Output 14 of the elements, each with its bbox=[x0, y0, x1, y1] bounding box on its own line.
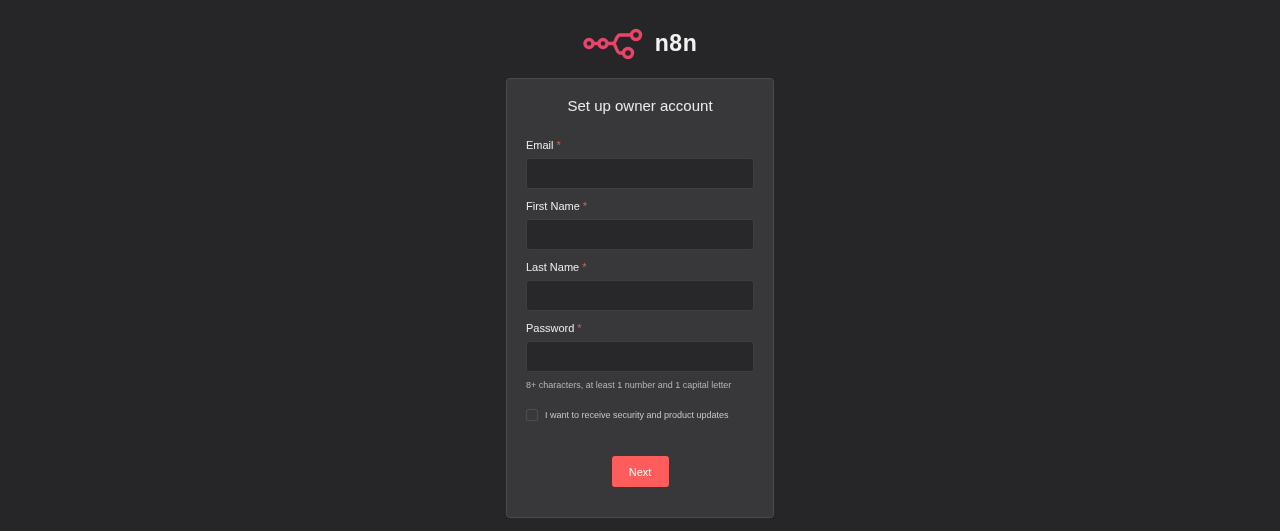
required-mark: * bbox=[582, 260, 587, 273]
required-mark: * bbox=[556, 138, 561, 151]
logo-icon bbox=[582, 26, 645, 60]
field-label: Last Name bbox=[526, 260, 580, 273]
field-label: First Name bbox=[526, 199, 580, 212]
required-mark: * bbox=[582, 199, 588, 212]
form-title: Set up owner account bbox=[566, 97, 714, 114]
checkbox-label: I want to receive security and product updates bbox=[545, 410, 729, 420]
field-label: Password bbox=[526, 321, 575, 334]
next-button[interactable]: Next bbox=[611, 456, 669, 487]
field-label: Email bbox=[526, 138, 554, 151]
logo-wordmark: n8n bbox=[654, 29, 698, 57]
required-mark: * bbox=[577, 321, 582, 334]
field-hint: 8+ characters, at least 1 number and 1 capital letter bbox=[526, 380, 733, 390]
